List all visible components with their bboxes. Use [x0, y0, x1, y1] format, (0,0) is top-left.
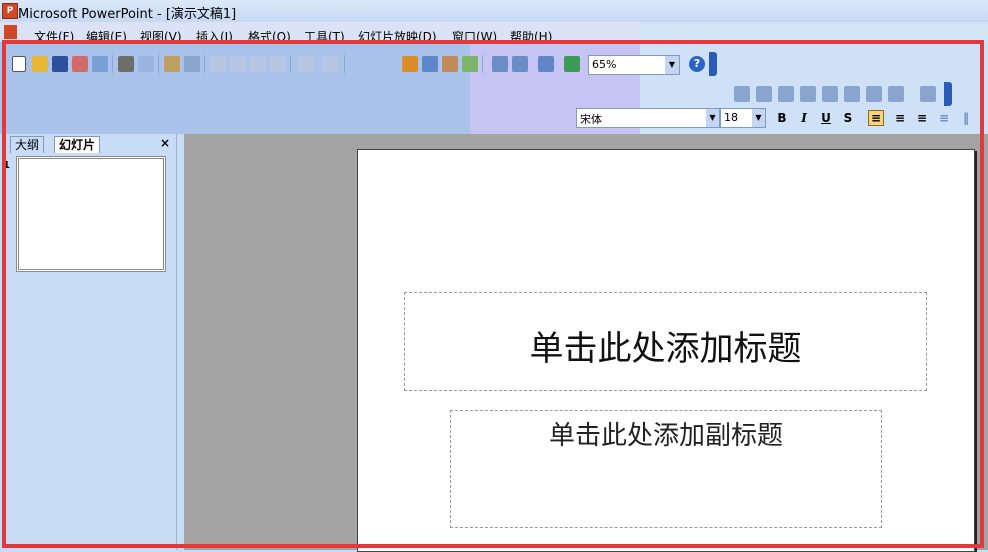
powerpoint-app-icon[interactable]: P [2, 3, 18, 19]
pane-tabs: 大纲 幻灯片 [8, 136, 178, 154]
print-icon[interactable] [118, 56, 134, 72]
align-right-icon[interactable]: ≡ [914, 110, 930, 126]
format-painter-icon[interactable] [270, 56, 286, 72]
tab-slides[interactable]: 幻灯片 [54, 136, 101, 153]
tab-outline[interactable]: 大纲 [10, 136, 45, 153]
title-bar: P Microsoft PowerPoint - [演示文稿1] [0, 0, 988, 22]
columns-icon[interactable]: ‖ [958, 110, 974, 126]
new-icon[interactable] [12, 56, 26, 72]
title-placeholder-text: 单击此处添加标题 [529, 329, 802, 369]
draw-tool-icon[interactable] [778, 86, 794, 102]
draw-tool-icon[interactable] [888, 86, 904, 102]
print-preview-icon[interactable] [138, 56, 154, 72]
draw-tool-icon[interactable] [800, 86, 816, 102]
font-name-select[interactable]: 宋体 ▼ [576, 108, 720, 128]
toolbar-options-icon[interactable] [709, 52, 717, 76]
window-title: Microsoft PowerPoint - [演示文稿1] [18, 7, 237, 22]
open-icon[interactable] [32, 56, 48, 72]
underline-button[interactable]: U [818, 110, 834, 126]
grid-icon[interactable] [538, 56, 554, 72]
bold-button[interactable]: B [774, 110, 790, 126]
menu-bar-empty [640, 22, 988, 42]
email-icon[interactable] [92, 56, 108, 72]
draw-tool-icon[interactable] [844, 86, 860, 102]
redo-icon[interactable] [322, 56, 338, 72]
close-icon[interactable]: × [160, 136, 170, 150]
undo-icon[interactable] [298, 56, 314, 72]
chart-icon[interactable] [402, 56, 418, 72]
document-icon[interactable] [4, 25, 17, 39]
menu-bar: 文件(F) 编辑(E) 视图(V) 插入(I) 格式(O) 工具(T) 幻灯片放… [0, 22, 640, 44]
draw-tool-icon[interactable] [822, 86, 838, 102]
font-name-value: 宋体 [580, 113, 602, 126]
separator [482, 55, 483, 73]
align-center-icon[interactable]: ≡ [892, 110, 908, 126]
draw-tool-icon[interactable] [866, 86, 882, 102]
separator [158, 55, 159, 73]
slide-number: 1 [3, 160, 10, 171]
table-icon[interactable] [422, 56, 438, 72]
italic-button[interactable]: I [796, 110, 812, 126]
shadow-button[interactable]: S [840, 110, 856, 126]
title-placeholder[interactable]: 单击此处添加标题 [404, 292, 927, 391]
expand-all-icon[interactable] [492, 56, 508, 72]
hyperlink-icon[interactable] [462, 56, 478, 72]
separator [112, 55, 113, 73]
font-size-select[interactable]: 18 ▼ [720, 108, 766, 128]
slide-thumbnail[interactable] [16, 156, 166, 272]
toolbar-options-icon[interactable] [944, 82, 952, 106]
color-grayscale-icon[interactable] [564, 56, 580, 72]
drawing-toolbar [730, 82, 960, 106]
help-icon[interactable]: ? [689, 56, 705, 72]
save-icon[interactable] [52, 56, 68, 72]
tables-borders-icon[interactable] [442, 56, 458, 72]
subtitle-placeholder-text: 单击此处添加副标题 [548, 421, 783, 451]
separator [344, 55, 345, 73]
separator [204, 55, 205, 73]
chevron-down-icon[interactable]: ▼ [706, 109, 719, 127]
separator [290, 55, 291, 73]
copy-icon[interactable] [230, 56, 246, 72]
show-formatting-icon[interactable] [512, 56, 528, 72]
paste-icon[interactable] [250, 56, 266, 72]
permission-icon[interactable] [72, 56, 88, 72]
font-size-value: 18 [724, 111, 738, 124]
cut-icon[interactable] [210, 56, 226, 72]
spelling-icon[interactable] [164, 56, 180, 72]
research-icon[interactable] [184, 56, 200, 72]
distributed-icon[interactable]: ≡ [936, 110, 952, 126]
chevron-down-icon[interactable]: ▼ [752, 109, 765, 127]
draw-tool-icon[interactable] [734, 86, 750, 102]
zoom-select[interactable]: 65% ▼ [588, 55, 680, 75]
draw-tool-icon[interactable] [920, 86, 936, 102]
subtitle-placeholder[interactable]: 单击此处添加副标题 [450, 410, 882, 528]
zoom-value: 65% [592, 58, 617, 71]
draw-tool-icon[interactable] [756, 86, 772, 102]
chevron-down-icon[interactable]: ▼ [665, 56, 679, 74]
align-left-icon[interactable]: ≡ [868, 110, 884, 126]
